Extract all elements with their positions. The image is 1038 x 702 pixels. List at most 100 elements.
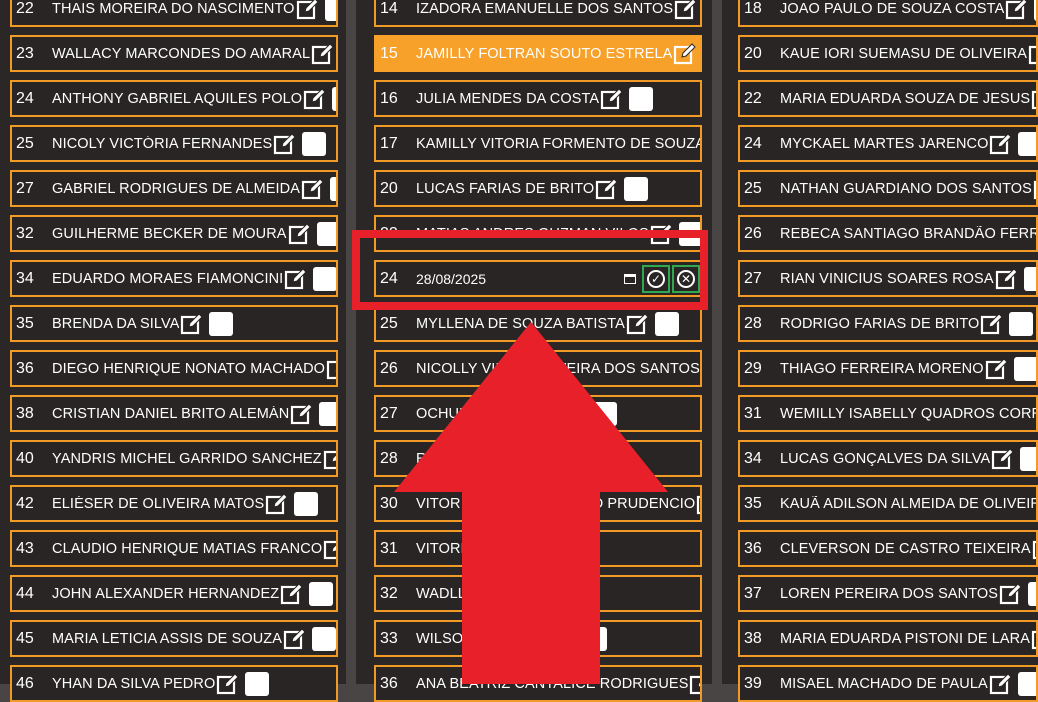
edit-icon[interactable]	[310, 41, 336, 67]
student-row[interactable]: 17 KAMILLY VITORIA FORMENTO DE SOUZA	[374, 125, 702, 162]
attendance-checkbox[interactable]	[1018, 131, 1036, 156]
student-row[interactable]: 24 ANTHONY GABRIEL AQUILES POLO	[10, 80, 338, 117]
edit-icon[interactable]	[279, 581, 305, 607]
edit-icon[interactable]	[289, 401, 315, 427]
edit-icon[interactable]	[984, 356, 1010, 382]
edit-icon[interactable]	[322, 536, 336, 562]
edit-icon[interactable]	[1004, 0, 1030, 22]
edit-icon[interactable]	[1032, 176, 1036, 202]
student-row[interactable]: 31 VITORIA	[374, 530, 702, 567]
student-row[interactable]: 25 MYLLENA DE SOUZA BATISTA	[374, 305, 702, 342]
student-row[interactable]: 27 RIAN VINICIUS SOARES ROSA	[738, 260, 1038, 297]
attendance-checkbox[interactable]	[678, 221, 700, 246]
edit-icon[interactable]	[322, 446, 336, 472]
student-row[interactable]: 30 VITOR DE SOUZA RIBEIRO PRUDENCIO	[374, 485, 702, 522]
attendance-checkbox[interactable]	[294, 491, 319, 516]
attendance-checkbox[interactable]	[313, 266, 336, 291]
attendance-checkbox[interactable]	[1028, 581, 1036, 606]
student-row[interactable]: 36 CLEVERSON DE CASTRO TEIXEIRA	[738, 530, 1038, 567]
edit-icon[interactable]	[649, 221, 675, 247]
editing-row[interactable]: 24 28/08/2025 ✓ ✕	[374, 260, 702, 297]
student-row[interactable]: 38 MARIA EDUARDA PISTONI DE LARA	[738, 620, 1038, 657]
student-row[interactable]: 16 JULIA MENDES DA COSTA	[374, 80, 702, 117]
student-row[interactable]: 23 WALLACY MARCONDES DO AMARAL	[10, 35, 338, 72]
student-row[interactable]: 34 EDUARDO MORAES FIAMONCINI	[10, 260, 338, 297]
edit-icon[interactable]	[1031, 536, 1036, 562]
edit-icon[interactable]	[295, 0, 321, 22]
edit-icon[interactable]	[672, 41, 698, 67]
edit-icon[interactable]	[673, 0, 699, 22]
attendance-checkbox[interactable]	[654, 311, 679, 336]
attendance-checkbox[interactable]	[624, 176, 649, 201]
student-row[interactable]: 36 DIEGO HENRIQUE NONATO MACHADO	[10, 350, 338, 387]
student-row[interactable]: 31 WEMILLY ISABELLY QUADROS CORREA	[738, 395, 1038, 432]
attendance-checkbox[interactable]	[319, 401, 336, 426]
student-row[interactable]: 42 ELIÉSER DE OLIVEIRA MATOS	[10, 485, 338, 522]
edit-icon[interactable]	[994, 266, 1020, 292]
student-row[interactable]: 22 THAIS MOREIRA DO NASCIMENTO	[10, 0, 338, 27]
attendance-checkbox[interactable]	[495, 581, 520, 606]
student-row[interactable]: 38 CRISTIAN DANIEL BRITO ALEMÁN	[10, 395, 338, 432]
student-row[interactable]: 25 NICOLY VICTÓRIA FERNANDES	[10, 125, 338, 162]
edit-icon[interactable]	[283, 266, 309, 292]
student-row[interactable]: 33 WILSON DE SOUZA	[374, 620, 702, 657]
date-input[interactable]: 28/08/2025	[416, 271, 624, 287]
student-row[interactable]: 18 JOAO PAULO DE SOUZA COSTA	[738, 0, 1038, 27]
edit-icon[interactable]	[625, 311, 651, 337]
student-row[interactable]: 28 RE	[374, 440, 702, 477]
student-row[interactable]: 24 MYCKAEL MARTES JARENCO	[738, 125, 1038, 162]
edit-icon[interactable]	[1030, 86, 1036, 112]
edit-icon[interactable]	[988, 131, 1014, 157]
student-row[interactable]: 43 CLAUDIO HENRIQUE MATIAS FRANCO	[10, 530, 338, 567]
edit-icon[interactable]	[998, 581, 1024, 607]
student-row[interactable]: 32 WADLL	[374, 575, 702, 612]
student-row[interactable]: 15 JAMILLY FOLTRAN SOUTO ESTRELA	[374, 35, 702, 72]
edit-icon[interactable]	[553, 626, 579, 652]
student-row[interactable]: 35 KAUÃ ADILSON ALMEIDA DE OLIVEIRA	[738, 485, 1038, 522]
student-row[interactable]: 22 MARIA EDUARDA SOUZA DE JESUS	[738, 80, 1038, 117]
student-row[interactable]: 28 RODRIGO FARIAS DE BRITO	[738, 305, 1038, 342]
attendance-checkbox[interactable]	[629, 86, 654, 111]
student-row[interactable]: 27 OCHUN FERNANDEZ	[374, 395, 702, 432]
edit-icon[interactable]	[466, 581, 492, 607]
attendance-checkbox[interactable]	[1020, 446, 1036, 471]
student-row[interactable]: 20 LUCAS FARIAS DE BRITO	[374, 170, 702, 207]
edit-icon[interactable]	[599, 86, 625, 112]
attendance-checkbox[interactable]	[466, 446, 491, 471]
student-row[interactable]: 29 THIAGO FERREIRA MORENO	[738, 350, 1038, 387]
student-row[interactable]: 32 GUILHERME BECKER DE MOURA	[10, 215, 338, 252]
attendance-checkbox[interactable]	[330, 176, 336, 201]
edit-icon[interactable]	[436, 446, 462, 472]
attendance-checkbox[interactable]	[1023, 266, 1036, 291]
edit-icon[interactable]	[695, 491, 700, 517]
student-row[interactable]: 35 BRENDA DA SILVA	[10, 305, 338, 342]
edit-icon[interactable]	[282, 626, 308, 652]
student-row[interactable]: 40 YANDRIS MICHEL GARRIDO SANCHEZ	[10, 440, 338, 477]
student-row[interactable]: 44 JOHN ALEXANDER HERNANDEZ	[10, 575, 338, 612]
edit-icon[interactable]	[325, 356, 336, 382]
edit-icon[interactable]	[563, 401, 589, 427]
attendance-checkbox[interactable]	[1013, 356, 1036, 381]
student-row[interactable]: 26 NICOLLY VIEIRA OLIVEIRA DOS SANTOS	[374, 350, 702, 387]
student-row[interactable]: 25 NATHAN GUARDIANO DOS SANTOS	[738, 170, 1038, 207]
edit-icon[interactable]	[302, 86, 328, 112]
attendance-checkbox[interactable]	[593, 401, 618, 426]
student-row[interactable]: 14 IZADORA EMANUELLE DOS SANTOS	[374, 0, 702, 27]
attendance-checkbox[interactable]	[302, 131, 327, 156]
attendance-checkbox[interactable]	[504, 536, 529, 561]
edit-icon[interactable]	[990, 446, 1016, 472]
edit-icon[interactable]	[287, 221, 313, 247]
edit-icon[interactable]	[179, 311, 205, 337]
edit-icon[interactable]	[1027, 41, 1036, 67]
student-row[interactable]: 22 MATIAS ANDRES GUZMAN VILOS	[374, 215, 702, 252]
edit-icon[interactable]	[264, 491, 290, 517]
edit-icon[interactable]	[1030, 626, 1036, 652]
student-row[interactable]: 34 LUCAS GONÇALVES DA SILVA	[738, 440, 1038, 477]
calendar-icon[interactable]	[624, 273, 636, 284]
attendance-checkbox[interactable]	[209, 311, 234, 336]
student-row[interactable]: 45 MARIA LETICIA ASSIS DE SOUZA	[10, 620, 338, 657]
attendance-checkbox[interactable]	[582, 626, 607, 651]
edit-icon[interactable]	[979, 311, 1005, 337]
attendance-checkbox[interactable]	[316, 221, 336, 246]
edit-icon[interactable]	[700, 356, 701, 382]
